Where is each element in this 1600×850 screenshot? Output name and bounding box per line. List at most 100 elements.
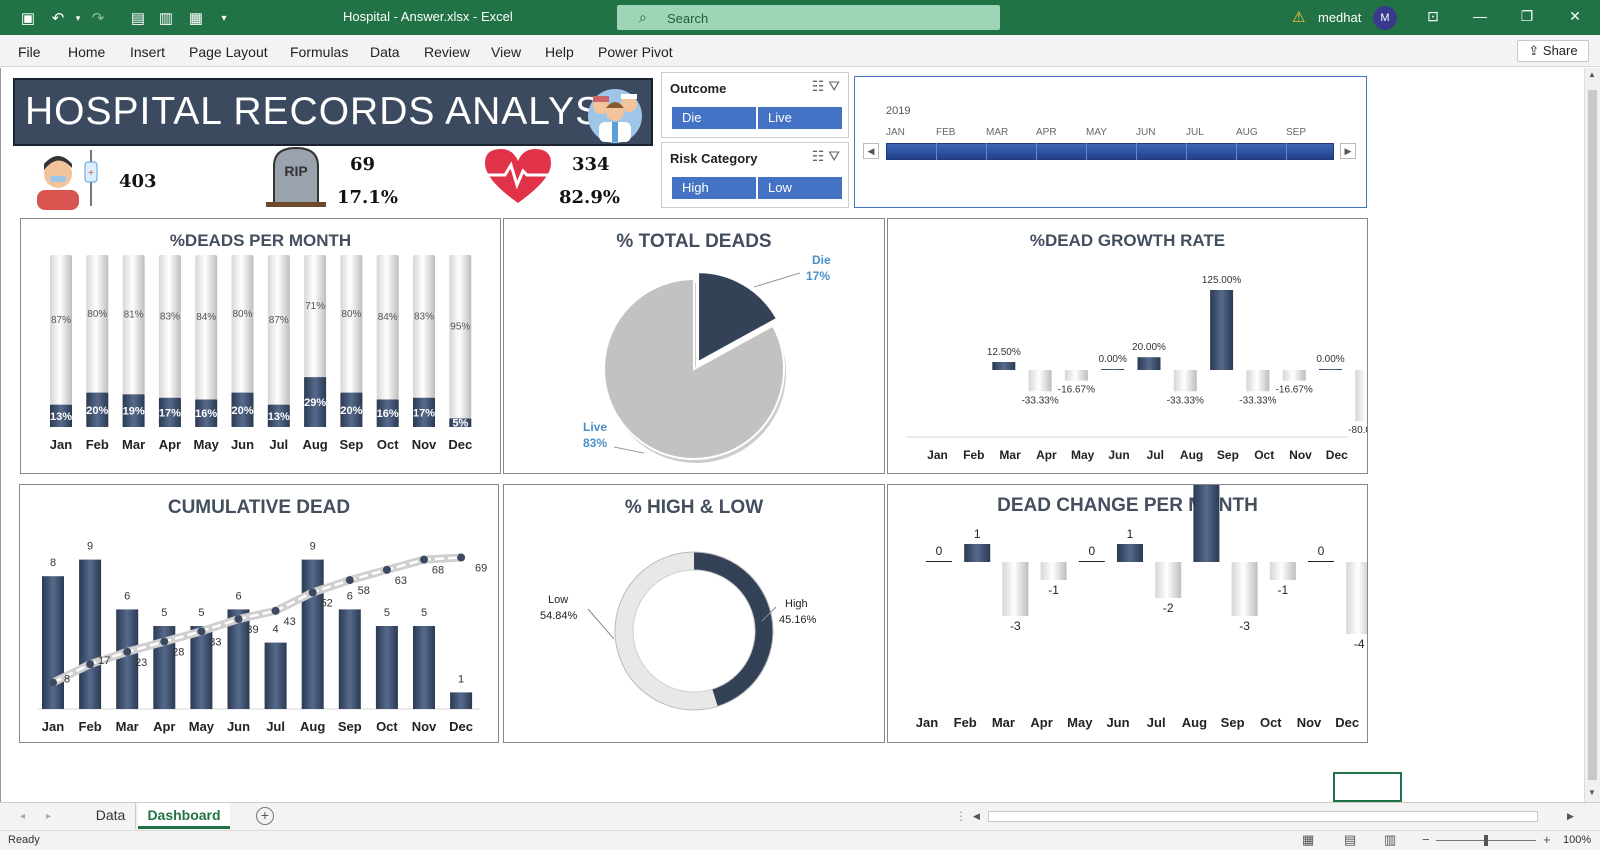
slicer-item-high[interactable]: High (672, 177, 756, 199)
slicer-item-low[interactable]: Low (758, 177, 842, 199)
ribbon-display-icon[interactable]: ⊡ (1418, 8, 1448, 25)
zoom-out-icon[interactable]: − (1422, 832, 1430, 847)
user-name[interactable]: medhat (1318, 10, 1361, 25)
document-icon[interactable]: ▦ (186, 8, 206, 28)
scroll-right-icon[interactable]: ▶ (1567, 811, 1574, 822)
chart-dead-change[interactable]: DEAD CHANGE PER MONTH 0 Jan 1 Feb -3 Mar -1 Apr… (887, 484, 1368, 743)
live-label: 80% (232, 309, 252, 320)
tab-insert[interactable]: Insert (130, 44, 165, 60)
warning-icon[interactable]: ⚠ (1292, 8, 1305, 26)
timeline-tick (1236, 143, 1237, 160)
vertical-scrollbar[interactable]: ▲ ▼ (1584, 68, 1600, 802)
sheet-tab-dashboard[interactable]: Dashboard (138, 803, 230, 829)
timeline-month-label[interactable]: AUG (1236, 127, 1258, 138)
sheet-tab-data[interactable]: Data (86, 803, 136, 829)
tab-help[interactable]: Help (545, 44, 574, 60)
multi-select-icon[interactable]: ☷ (812, 78, 825, 94)
chart-total-deads[interactable]: % TOTAL DEADS Die 17% Live 83% (503, 218, 885, 474)
timeline-month-label[interactable]: JUN (1136, 127, 1155, 138)
add-sheet-icon[interactable]: + (256, 807, 274, 825)
redo-icon[interactable]: ↷ (88, 8, 108, 28)
timeline-month-label[interactable]: SEP (1286, 127, 1306, 138)
chart-dead-change-plot: 0Jan1Feb-3Mar-1Apr0May1Jun-2Jul5Aug-3Sep… (916, 485, 1367, 730)
page-break-view-icon[interactable]: ▥ (1384, 832, 1396, 848)
slicer-item-die[interactable]: Die (672, 107, 756, 129)
live-label: 95% (450, 322, 470, 333)
chart-cumulative-dead[interactable]: CUMULATIVE DEAD 8 Jan 9 Feb 6 Mar 5 Apr 5 May 6 Jun… (19, 484, 499, 743)
x-tick-label: Nov (1289, 448, 1312, 462)
chart-high-low[interactable]: % HIGH & LOW High 45.16% Low 54.84% (503, 484, 885, 743)
die-pct-label: 17% (806, 269, 830, 283)
bar-label: 5 (384, 607, 390, 619)
close-icon[interactable]: ✕ (1560, 8, 1590, 25)
timeline-month-label[interactable]: MAY (1086, 127, 1107, 138)
timeline-selection-bar[interactable] (886, 143, 1334, 160)
share-button[interactable]: ⇪ Share (1517, 40, 1589, 62)
cumulative-point (197, 627, 206, 636)
cumulative-point (123, 647, 132, 656)
live-name-label: Live (583, 420, 607, 434)
data-label: 1 (1127, 527, 1134, 541)
restore-icon[interactable]: ❐ (1512, 8, 1542, 25)
x-tick-label: Mar (116, 719, 139, 734)
worksheet[interactable]: HOSPITAL RECORDS ANALYSIS + 403 RIP 69 1… (0, 68, 1584, 802)
customize-toolbar-icon[interactable]: ▾ (214, 8, 234, 28)
timeline-month-label[interactable]: JUL (1186, 127, 1204, 138)
zoom-in-icon[interactable]: + (1543, 832, 1551, 847)
form-icon[interactable]: ▤ (128, 8, 148, 28)
undo-icon[interactable]: ↶ (48, 8, 68, 28)
clear-filter-icon[interactable]: ⛛ (828, 78, 840, 94)
next-sheet-icon[interactable]: ▸ (46, 811, 51, 822)
clear-filter-icon[interactable]: ⛛ (828, 148, 840, 164)
tab-power-pivot[interactable]: Power Pivot (598, 44, 673, 60)
page-layout-view-icon[interactable]: ▤ (1344, 832, 1356, 848)
normal-view-icon[interactable]: ▦ (1302, 832, 1314, 848)
tab-home[interactable]: Home (68, 44, 105, 60)
undo-dropdown-icon[interactable]: ▾ (68, 8, 88, 28)
live-bar (376, 255, 399, 400)
cumulative-point (308, 588, 317, 597)
x-tick-label: Sep (1221, 715, 1245, 730)
tab-formulas[interactable]: Formulas (290, 44, 348, 60)
timeline-month-label[interactable]: APR (1036, 127, 1057, 138)
timeline-month-label[interactable]: JAN (886, 127, 905, 138)
timeline-year: 2019 (886, 105, 911, 117)
scroll-thumb[interactable] (1588, 90, 1597, 780)
timeline-slicer[interactable]: 2019 ◀ ▶ JAN FEB MAR APR MAY JUN JUL AUG SEP (854, 76, 1367, 208)
minimize-icon[interactable]: — (1465, 8, 1495, 24)
tab-view[interactable]: View (491, 44, 521, 60)
sheet-tabs-bar: ◂ ▸ Data Dashboard + ⋮ ◀ ▶ (0, 802, 1600, 830)
tab-review[interactable]: Review (424, 44, 470, 60)
dead-label: 13% (268, 411, 290, 423)
slicer-item-live[interactable]: Live (758, 107, 842, 129)
cumulative-point (345, 576, 354, 585)
growth-bar (992, 362, 1016, 370)
avatar[interactable]: M (1373, 6, 1397, 30)
dashboard-banner: HOSPITAL RECORDS ANALYSIS (13, 78, 653, 146)
timeline-scroll-right-icon[interactable]: ▶ (1340, 143, 1356, 159)
prev-sheet-icon[interactable]: ◂ (20, 811, 25, 822)
horizontal-scroll-thumb[interactable] (988, 811, 1538, 822)
timeline-scroll-left-icon[interactable]: ◀ (863, 143, 879, 159)
chart-dead-growth-rate[interactable]: %DEAD GROWTH RATE Jan Feb 12.50% Mar -33.33%… (887, 218, 1368, 474)
timeline-month-label[interactable]: FEB (936, 127, 955, 138)
chart-deads-per-month[interactable]: %DEADS PER MONTH 87% 13% Jan 80% 20% Feb 81% 19… (20, 218, 501, 474)
tab-data[interactable]: Data (370, 44, 400, 60)
search-input[interactable]: ⌕ Search (617, 5, 1000, 30)
active-cell[interactable] (1333, 772, 1402, 802)
scroll-down-icon[interactable]: ▼ (1588, 788, 1596, 797)
tab-page-layout[interactable]: Page Layout (189, 44, 268, 60)
x-tick-label: Oct (1254, 448, 1274, 462)
scroll-left-icon[interactable]: ◀ (973, 811, 980, 822)
save-icon[interactable]: ▣ (18, 8, 38, 28)
split-handle-icon[interactable]: ⋮ (955, 809, 967, 823)
x-tick-label: Sep (339, 437, 363, 452)
cumulative-label: 33 (209, 636, 221, 648)
x-tick-label: Nov (412, 437, 437, 452)
tab-file[interactable]: File (18, 44, 41, 60)
copy-icon[interactable]: ▥ (156, 8, 176, 28)
zoom-slider-thumb[interactable] (1484, 835, 1488, 846)
timeline-month-label[interactable]: MAR (986, 127, 1008, 138)
scroll-up-icon[interactable]: ▲ (1588, 70, 1596, 79)
multi-select-icon[interactable]: ☷ (812, 148, 825, 164)
